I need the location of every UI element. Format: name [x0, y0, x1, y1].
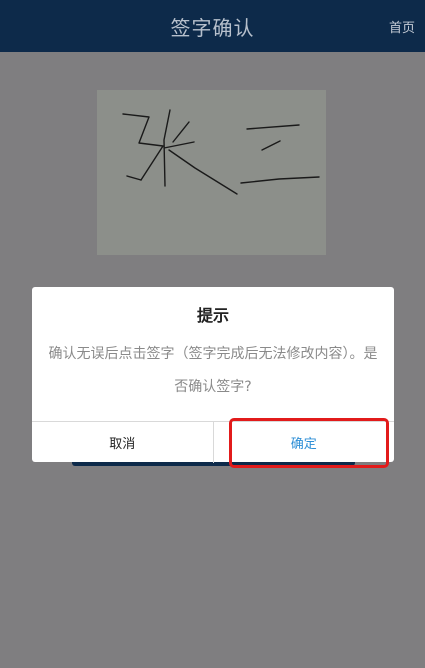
app-header: 签字确认 首页	[0, 0, 425, 52]
dialog-actions: 取消 确定	[32, 421, 394, 463]
dialog-message: 确认无误后点击签字（签字完成后无法修改内容）。是否确认签字?	[48, 346, 378, 395]
signature-strokes	[122, 109, 320, 195]
confirm-button[interactable]: 确定	[214, 422, 395, 463]
confirm-dialog: 提示 确认无误后点击签字（签字完成后无法修改内容）。是否确认签字? 取消 确定	[32, 287, 394, 463]
dialog-title: 提示	[196, 306, 229, 325]
page-title: 签字确认	[170, 15, 255, 40]
signature-pad[interactable]	[97, 90, 326, 255]
cancel-button[interactable]: 取消	[32, 422, 214, 463]
home-link[interactable]: 首页	[389, 0, 415, 52]
